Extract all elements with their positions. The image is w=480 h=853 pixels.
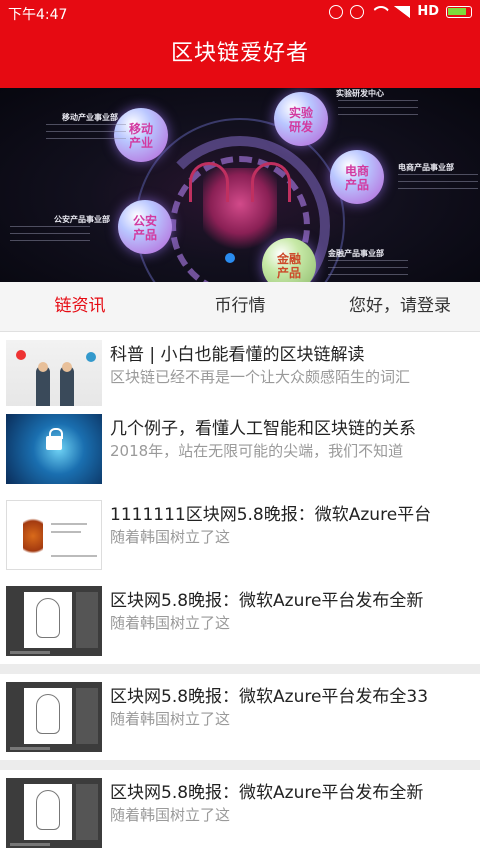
article-title: 区块网5.8晚报：微软Azure平台发布全33 bbox=[110, 687, 429, 707]
dept-label: 金融产品事业部 bbox=[328, 249, 384, 258]
battery-icon bbox=[446, 5, 472, 18]
tab-market[interactable]: 币行情 bbox=[160, 282, 320, 331]
thumb-figure bbox=[36, 366, 50, 406]
thumb-line bbox=[51, 555, 97, 557]
article-title: 科普 | 小白也能看懂的区块链解读 bbox=[110, 345, 365, 365]
article-thumbnail bbox=[6, 500, 102, 570]
status-bar: 下午4:47 HD bbox=[0, 0, 480, 26]
tab-news[interactable]: 链资讯 bbox=[0, 282, 160, 331]
network-type: HD bbox=[417, 4, 439, 19]
bubble-label: 金融 产品 bbox=[276, 252, 301, 280]
status-time: 下午4:47 bbox=[8, 7, 68, 23]
dept-desc bbox=[328, 260, 408, 280]
article-title: 区块网5.8晚报：微软Azure平台发布全新 bbox=[110, 783, 424, 803]
bubble-police: 公安 产品 bbox=[118, 200, 172, 254]
thumb-panel bbox=[76, 784, 98, 840]
bubble-label: 实验 研发 bbox=[288, 106, 313, 134]
bubble-label: 公安 产品 bbox=[132, 214, 157, 242]
article-title: 1111111区块网5.8晚报：微软Azure平台 bbox=[110, 505, 432, 525]
dept-label: 公安产品事业部 bbox=[54, 215, 110, 224]
article-thumbnail bbox=[6, 586, 102, 656]
bubble-label: 电商 产品 bbox=[344, 164, 369, 192]
list-item[interactable]: 1111111区块网5.8晚报：微软Azure平台 随着韩国树立了这 bbox=[0, 492, 480, 578]
deer-antler bbox=[189, 162, 229, 202]
article-thumbnail bbox=[6, 682, 102, 752]
thumb-figure bbox=[36, 790, 60, 830]
list-item[interactable]: 区块网5.8晚报：微软Azure平台发布全新 随着韩国树立了这 bbox=[0, 578, 480, 664]
dept-desc bbox=[46, 124, 126, 144]
dept-desc bbox=[398, 174, 478, 194]
thumb-panel bbox=[76, 592, 98, 648]
dept-label: 实验研发中心 bbox=[336, 89, 384, 98]
lock-icon bbox=[46, 428, 63, 450]
tab-bar: 链资讯 币行情 您好，请登录 bbox=[0, 282, 480, 332]
article-summary: 随着韩国树立了这 bbox=[110, 710, 231, 728]
alarm-icon bbox=[350, 4, 365, 19]
thumb-canvas bbox=[24, 784, 72, 840]
thumb-figure bbox=[62, 362, 72, 372]
article-summary: 随着韩国树立了这 bbox=[110, 528, 231, 546]
deer-illustration bbox=[189, 162, 291, 258]
article-summary: 2018年，站在无限可能的尖端，我们不知道 bbox=[110, 442, 404, 460]
bubble-label: 移动 产业 bbox=[128, 122, 153, 150]
thumb-line bbox=[51, 531, 81, 533]
thumb-figure bbox=[36, 694, 60, 734]
hero-banner[interactable]: 移动 产业 实验 研发 电商 产品 公安 产品 金融 产品 移动产业事业部 实验… bbox=[0, 88, 480, 282]
thumb-canvas bbox=[24, 688, 72, 744]
bubble-lab: 实验 研发 bbox=[274, 92, 328, 146]
article-summary: 随着韩国树立了这 bbox=[110, 806, 231, 824]
list-item[interactable]: 区块网5.8晚报：微软Azure平台发布全新 随着韩国树立了这 bbox=[0, 770, 480, 853]
article-title: 几个例子，看懂人工智能和区块链的关系 bbox=[110, 419, 416, 439]
wifi-icon bbox=[371, 6, 387, 18]
dept-desc bbox=[10, 226, 90, 246]
article-thumbnail bbox=[6, 414, 102, 484]
thumb-figure bbox=[23, 513, 43, 559]
thumb-figure bbox=[60, 366, 74, 406]
thumb-line bbox=[51, 523, 87, 525]
app-title: 区块链爱好者 bbox=[0, 26, 480, 88]
thumb-figure bbox=[16, 350, 26, 360]
carousel-indicator[interactable] bbox=[225, 253, 235, 263]
tab-login[interactable]: 您好，请登录 bbox=[320, 282, 480, 331]
list-item[interactable]: 区块网5.8晚报：微软Azure平台发布全33 随着韩国树立了这 bbox=[0, 674, 480, 760]
article-title: 区块网5.8晚报：微软Azure平台发布全新 bbox=[110, 591, 424, 611]
thumb-figure bbox=[36, 598, 60, 638]
sync-icon bbox=[329, 4, 344, 19]
thumb-line bbox=[10, 747, 50, 750]
status-icons: HD bbox=[329, 4, 472, 19]
thumb-line bbox=[10, 843, 50, 846]
thumb-figure bbox=[86, 352, 96, 362]
article-thumbnail bbox=[6, 340, 102, 410]
article-summary: 随着韩国树立了这 bbox=[110, 614, 231, 632]
signal-icon bbox=[394, 5, 411, 18]
dept-label: 电商产品事业部 bbox=[398, 163, 454, 172]
bubble-ecommerce: 电商 产品 bbox=[330, 150, 384, 204]
dept-desc bbox=[338, 100, 418, 120]
thumb-canvas bbox=[24, 592, 72, 648]
article-thumbnail bbox=[6, 778, 102, 848]
deer-antler bbox=[251, 162, 291, 202]
thumb-figure bbox=[38, 362, 48, 372]
thumb-panel bbox=[76, 688, 98, 744]
article-summary: 区块链已经不再是一个让大众颇感陌生的词汇 bbox=[110, 368, 411, 386]
list-item[interactable]: 几个例子，看懂人工智能和区块链的关系 2018年，站在无限可能的尖端，我们不知道 bbox=[0, 406, 480, 492]
thumb-line bbox=[10, 651, 50, 654]
dept-label: 移动产业事业部 bbox=[62, 113, 118, 122]
